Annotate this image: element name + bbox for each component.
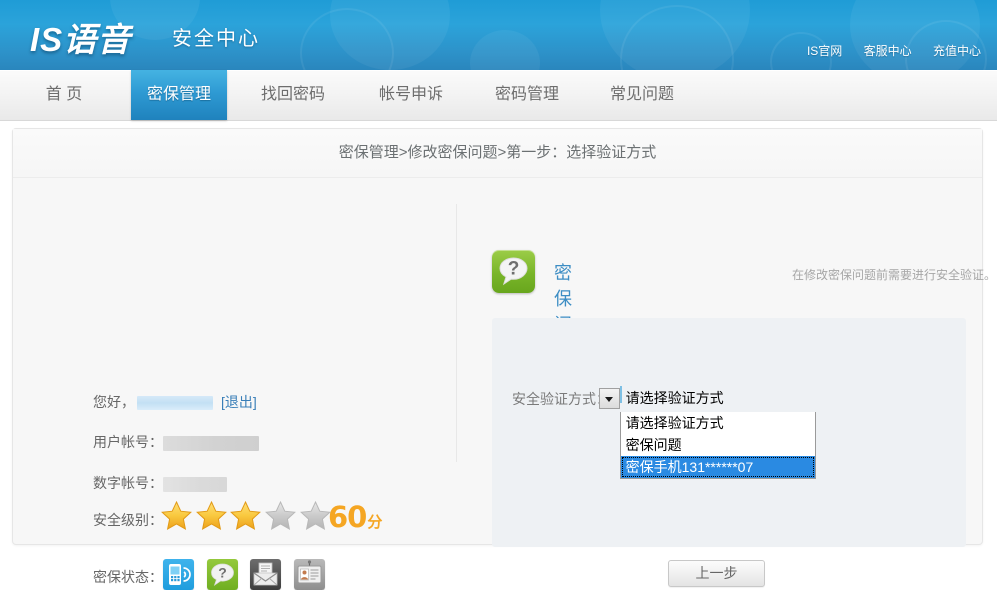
security-score: 60分 <box>328 500 382 534</box>
site-subtitle: 安全中心 <box>172 28 260 50</box>
option-security-question[interactable]: 密保问题 <box>621 434 815 456</box>
verification-method-label: 安全验证方式： <box>512 391 610 407</box>
svg-text:?: ? <box>218 565 227 581</box>
star-empty-4 <box>264 500 297 531</box>
security-level-stars <box>160 500 332 534</box>
nav-item-account-appeal[interactable]: 帐号申诉 <box>361 70 461 120</box>
previous-step-button[interactable]: 上一步 <box>668 560 765 587</box>
security-score-value: 60 <box>328 500 367 534</box>
verification-method-row: 安全验证方式： 请选择验证方式 请选择验证方式 密保问题 密保手机131****… <box>512 386 816 479</box>
security-level-label: 安全级别： <box>93 512 163 528</box>
header-top-links: IS官网 客服中心 充值中心 <box>789 42 981 59</box>
page-root: IS语音 安全中心 IS官网 客服中心 充值中心 首 页 密保管理 找回密码 帐… <box>0 0 997 590</box>
header-bubble-decoration <box>0 0 997 70</box>
verification-form-box: 安全验证方式： 请选择验证方式 请选择验证方式 密保问题 密保手机131****… <box>492 318 966 547</box>
question-mark-icon: ? <box>492 250 535 293</box>
logout-link[interactable]: [退出] <box>221 394 257 410</box>
site-logo[interactable]: IS语音 <box>30 13 131 61</box>
account-label: 用户帐号： <box>93 434 163 450</box>
account-row: 用户帐号： <box>93 432 259 452</box>
user-info-column: 您好， [退出] 用户帐号： 数字帐号： 安全级别： 60分 密保状态： ? <box>13 178 456 590</box>
number-account-row: 数字帐号： <box>93 473 227 493</box>
greeting-row: 您好， [退出] <box>93 392 257 412</box>
top-link-recharge-center[interactable]: 充值中心 <box>933 44 981 58</box>
chevron-down-icon[interactable] <box>598 388 620 409</box>
main-navigation: 首 页 密保管理 找回密码 帐号申诉 密码管理 常见问题 <box>0 70 997 121</box>
section-hint: 在修改密保问题前需要进行安全验证。 <box>792 268 997 282</box>
greeting-label: 您好， <box>93 394 135 410</box>
number-account-label: 数字帐号： <box>93 475 163 491</box>
nav-item-faq[interactable]: 常见问题 <box>592 70 692 120</box>
star-filled-1 <box>160 500 193 531</box>
security-score-unit: 分 <box>367 513 382 531</box>
verification-method-select-wrapper: 请选择验证方式 请选择验证方式 密保问题 密保手机131******07 <box>598 386 816 479</box>
nav-item-retrieve-password[interactable]: 找回密码 <box>243 70 343 120</box>
idcard-icon[interactable] <box>293 559 325 590</box>
star-filled-3 <box>229 500 262 531</box>
top-link-official-site[interactable]: IS官网 <box>807 44 842 58</box>
verification-method-select[interactable]: 请选择验证方式 <box>598 386 724 409</box>
breadcrumb: 密保管理>修改密保问题>第一步：选择验证方式 <box>13 129 982 178</box>
nav-item-password-management[interactable]: 密码管理 <box>477 70 577 120</box>
verification-method-options: 请选择验证方式 密保问题 密保手机131******07 <box>619 412 816 479</box>
question-icon[interactable]: ? <box>206 559 238 590</box>
star-filled-2 <box>195 500 228 531</box>
protect-status-label: 密保状态： <box>93 569 163 585</box>
nav-item-home[interactable]: 首 页 <box>20 70 108 120</box>
option-security-mobile[interactable]: 密保手机131******07 <box>620 456 815 478</box>
number-account-value-redacted <box>163 476 227 492</box>
option-placeholder[interactable]: 请选择验证方式 <box>621 412 815 434</box>
mobile-icon[interactable] <box>163 559 194 590</box>
top-link-service-center[interactable]: 客服中心 <box>864 44 912 58</box>
greeting-value-redacted <box>137 396 213 411</box>
account-value-redacted <box>163 435 259 451</box>
star-empty-5 <box>299 500 332 531</box>
protect-status-icons: ? <box>163 559 334 590</box>
site-header: IS语音 安全中心 IS官网 客服中心 充值中心 <box>0 0 997 70</box>
nav-item-security-management[interactable]: 密保管理 <box>131 70 227 120</box>
panel-body: 您好， [退出] 用户帐号： 数字帐号： 安全级别： 60分 密保状态： ? ?… <box>13 178 996 590</box>
verification-column: ? 密保问题 在修改密保问题前需要进行安全验证。 安全验证方式： 请选择验证方式 <box>456 178 996 587</box>
content-panel: 密保管理>修改密保问题>第一步：选择验证方式 您好， [退出] 用户帐号： 数字帐… <box>12 128 996 590</box>
select-selected-value: 请选择验证方式 <box>625 390 724 406</box>
envelope-icon[interactable] <box>250 559 282 590</box>
svg-text:?: ? <box>508 259 520 280</box>
